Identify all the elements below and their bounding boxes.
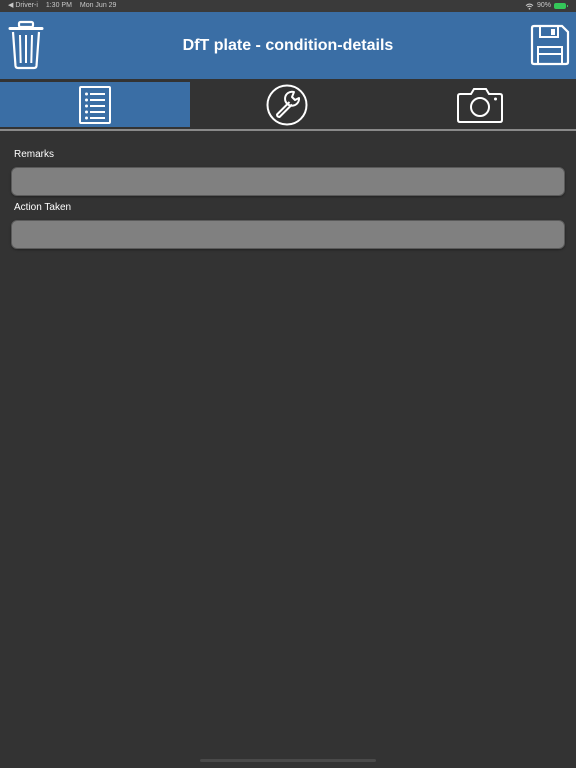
tab-bar: [0, 79, 576, 131]
wifi-icon: [525, 3, 534, 10]
header-bar: DfT plate - condition-details: [0, 12, 576, 79]
remarks-field[interactable]: [11, 167, 565, 196]
list-icon: [79, 85, 111, 124]
page-title: DfT plate - condition-details: [182, 37, 394, 54]
tab-tools[interactable]: [190, 82, 384, 127]
home-indicator[interactable]: [200, 759, 376, 762]
status-left: ◀ Driver-i 1:30 PM Mon Jun 29: [8, 0, 122, 12]
action-taken-label: Action Taken: [14, 202, 72, 213]
tab-camera[interactable]: [384, 82, 576, 127]
tab-details[interactable]: [0, 82, 190, 127]
status-date: Mon Jun 29: [79, 2, 117, 9]
status-right: 90%: [525, 0, 568, 12]
action-taken-field[interactable]: [11, 220, 565, 249]
status-time: 1:30 PM: [45, 2, 72, 9]
wrench-icon: [266, 84, 308, 125]
battery-icon: [554, 3, 568, 9]
save-button[interactable]: [530, 24, 570, 66]
status-bar: ◀ Driver-i 1:30 PM Mon Jun 29 90%: [0, 0, 576, 12]
battery-percentage: 90%: [536, 2, 551, 9]
floppy-disk-icon: [530, 24, 570, 66]
remarks-label: Remarks: [14, 149, 55, 160]
camera-icon: [457, 87, 503, 123]
back-to-app-link[interactable]: ◀ Driver-i: [8, 2, 38, 9]
